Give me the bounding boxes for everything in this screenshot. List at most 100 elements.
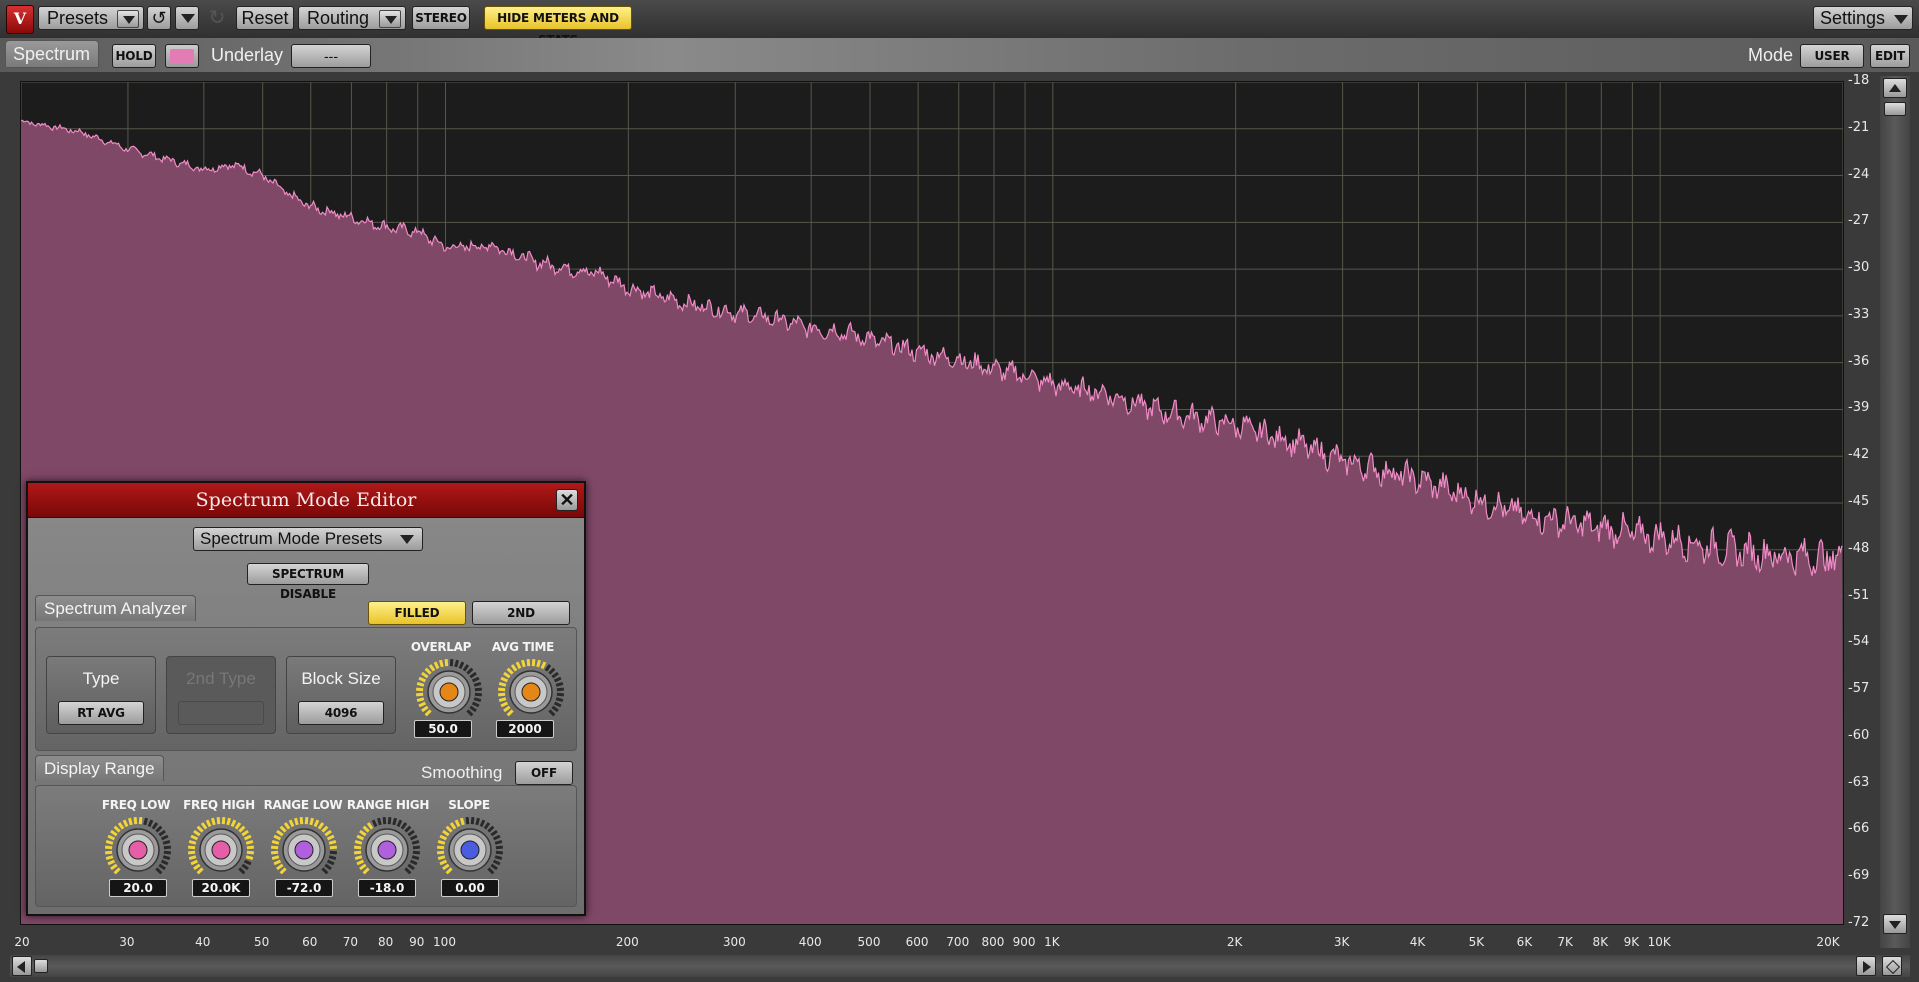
x-tick-label: 3K — [1333, 935, 1350, 949]
top-toolbar: V Presets ↺ ↻ Reset Routing STEREO HIDE … — [0, 0, 1919, 47]
scroll-right-button[interactable] — [1856, 956, 1876, 976]
type-label: Type — [82, 669, 120, 688]
reset-button[interactable]: Reset — [236, 6, 294, 30]
mode-user-button[interactable]: USER — [1800, 44, 1864, 68]
freq-high-label: FREQ HIGH — [183, 798, 255, 812]
avg-time-readout[interactable]: 2000 — [496, 720, 554, 738]
stereo-button[interactable]: STEREO — [412, 6, 470, 30]
x-tick-label: 9K — [1623, 935, 1640, 949]
avg-time-label: AVG TIME — [491, 640, 555, 654]
scroll-right-icon — [1863, 961, 1871, 973]
settings-button[interactable]: Settings — [1813, 6, 1913, 30]
x-tick-label: 50 — [254, 935, 270, 949]
x-tick-label: 200 — [615, 935, 639, 949]
smoothing-toggle[interactable]: OFF — [515, 761, 573, 785]
x-tick-label: 40 — [195, 935, 211, 949]
editor-title: Spectrum Mode Editor — [195, 489, 417, 511]
trace-color-swatch[interactable] — [165, 44, 199, 68]
second-spectrum-button[interactable]: 2ND SPECTRUM — [472, 601, 570, 642]
undo-icon[interactable]: ↺ — [147, 6, 171, 30]
scroll-left-icon — [17, 961, 25, 973]
x-tick-label: 20 — [14, 935, 30, 949]
close-icon[interactable]: ✕ — [556, 489, 578, 511]
presets-dropdown-icon — [117, 10, 139, 28]
trace-color-chip — [170, 49, 194, 63]
editor-title-bar[interactable]: Spectrum Mode Editor ✕ — [28, 483, 584, 518]
spectrum-mode-presets-button[interactable]: Spectrum Mode Presets — [193, 527, 423, 551]
scroll-down-button[interactable] — [1883, 914, 1907, 934]
redo-icon[interactable]: ↻ — [205, 6, 229, 30]
x-tick-label: 7K — [1557, 935, 1573, 949]
spectrum-mode-editor[interactable]: Spectrum Mode Editor ✕ Spectrum Mode Pre… — [26, 481, 586, 916]
scroll-up-icon — [1889, 84, 1901, 92]
overlap-label: OVERLAP — [410, 640, 472, 654]
freq-low-readout[interactable]: 20.0 — [109, 879, 167, 897]
x-tick-label: 500 — [857, 935, 881, 949]
x-tick-label: 900 — [1012, 935, 1036, 949]
x-tick-label: 2K — [1226, 935, 1243, 949]
zoom-reset-icon[interactable] — [1882, 956, 1902, 976]
x-tick-label: 400 — [798, 935, 822, 949]
x-tick-label: 80 — [378, 935, 394, 949]
range-high-readout[interactable]: -18.0 — [358, 879, 416, 897]
hold-button[interactable]: HOLD — [112, 44, 156, 68]
horizontal-scrollbar[interactable] — [10, 955, 1910, 977]
x-tick-label: 600 — [905, 935, 929, 949]
routing-button[interactable]: Routing — [298, 6, 406, 30]
presets-label: Presets — [47, 8, 109, 28]
scroll-left-button[interactable] — [12, 956, 32, 976]
x-tick-label: 700 — [946, 935, 970, 949]
x-tick-label: 5K — [1468, 935, 1485, 949]
freq-high-readout[interactable]: 20.0K — [192, 879, 250, 897]
x-tick-label: 100 — [433, 935, 456, 949]
tab-spectrum[interactable]: Spectrum — [5, 40, 99, 68]
history-dropdown-icon[interactable] — [175, 6, 199, 30]
slope-label: SLOPE — [448, 798, 490, 812]
vertical-scroll-thumb[interactable] — [1884, 102, 1906, 116]
mode-edit-button[interactable]: EDIT — [1870, 44, 1910, 68]
x-tick-label: 800 — [981, 935, 1005, 949]
tab-spectrum-label: Spectrum — [13, 44, 91, 64]
app-logo-icon[interactable]: V — [6, 5, 34, 34]
underlay-select[interactable]: --- — [291, 44, 371, 68]
second-type-label: 2nd Type — [186, 669, 256, 688]
block-size-label: Block Size — [301, 669, 381, 688]
range-low-readout[interactable]: -72.0 — [275, 879, 333, 897]
hide-meters-button[interactable]: HIDE METERS AND STATS — [484, 6, 632, 47]
tab-spectrum-analyzer[interactable]: Spectrum Analyzer — [35, 595, 196, 621]
type-select[interactable]: RT AVG — [58, 701, 144, 725]
block-size-select[interactable]: 4096 — [298, 701, 384, 725]
x-tick-label: 8K — [1592, 935, 1609, 949]
mode-label: Mode — [1748, 45, 1794, 65]
spectrum-mode-presets-label: Spectrum Mode Presets — [200, 529, 383, 548]
second-type-select — [178, 701, 264, 725]
x-tick-label: 30 — [119, 935, 135, 949]
settings-label: Settings — [1820, 8, 1886, 28]
horizontal-scroll-thumb[interactable] — [34, 959, 48, 973]
spectrum-toolbar: Spectrum HOLD Underlay --- Mode USER EDI… — [0, 38, 1919, 72]
x-tick-label: 4K — [1409, 935, 1426, 949]
block-size-slot: Block Size 4096 — [286, 656, 396, 734]
filled-display-button[interactable]: FILLED DISPLAY — [368, 601, 466, 642]
x-tick-label: 1K — [1044, 935, 1060, 949]
x-tick-label: 90 — [409, 935, 425, 949]
presets-button[interactable]: Presets — [38, 6, 144, 30]
x-tick-label: 10K — [1647, 935, 1671, 949]
routing-label: Routing — [307, 8, 370, 28]
presets-arrow-icon — [400, 535, 414, 544]
spectrum-disable-button[interactable]: SPECTRUM DISABLE — [247, 563, 369, 601]
slope-readout[interactable]: 0.00 — [441, 879, 499, 897]
overlap-readout[interactable]: 50.0 — [414, 720, 472, 738]
smoothing-label: Smoothing — [421, 763, 503, 782]
scroll-down-icon — [1889, 921, 1901, 929]
x-tick-label: 6K — [1516, 935, 1533, 949]
type-slot: Type RT AVG — [46, 656, 156, 734]
range-low-label: RANGE LOW — [263, 798, 343, 812]
x-tick-label: 20K — [1816, 935, 1840, 949]
x-tick-label: 60 — [302, 935, 318, 949]
x-tick-label: 70 — [342, 935, 359, 949]
tab-display-range[interactable]: Display Range — [35, 755, 164, 781]
settings-dropdown-icon — [1894, 15, 1908, 24]
scroll-up-button[interactable] — [1883, 78, 1907, 98]
vertical-scrollbar[interactable] — [1880, 76, 1910, 948]
